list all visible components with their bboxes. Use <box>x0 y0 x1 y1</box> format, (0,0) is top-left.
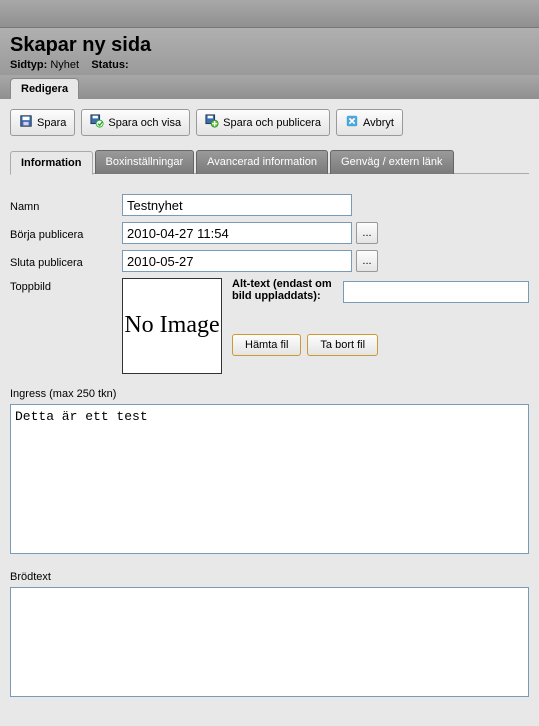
cancel-icon <box>345 114 359 131</box>
end-publish-label: Sluta publicera <box>10 254 122 269</box>
start-publish-label: Börja publicera <box>10 226 122 241</box>
title-area: Skapar ny sida Sidtyp: Nyhet Status: <box>0 28 539 75</box>
tab-redigera[interactable]: Redigera <box>10 78 79 99</box>
tab-boxinstallningar[interactable]: Boxinställningar <box>95 150 195 174</box>
save-show-label: Spara och visa <box>108 117 181 129</box>
save-publish-icon <box>205 114 219 131</box>
tab-genvag[interactable]: Genväg / extern länk <box>330 150 454 174</box>
topimage-right-col: Alt-text (endast om bild uppladdats): Hä… <box>232 278 529 356</box>
save-icon <box>19 114 33 131</box>
main-tabs: Redigera <box>0 75 539 99</box>
subtabs: Information Boxinställningar Avancerad i… <box>10 150 529 174</box>
content-panel: Spara Spara och visa Spara och publicera… <box>0 99 539 710</box>
sidtyp-label: Sidtyp: <box>10 59 47 71</box>
save-label: Spara <box>37 117 66 129</box>
fetch-file-button[interactable]: Hämta fil <box>232 334 301 356</box>
remove-file-button[interactable]: Ta bort fil <box>307 334 378 356</box>
alt-text-input[interactable] <box>343 281 529 303</box>
file-buttons: Hämta fil Ta bort fil <box>232 334 529 356</box>
end-date-picker-button[interactable]: ... <box>356 250 378 272</box>
save-show-button[interactable]: Spara och visa <box>81 109 190 136</box>
ingress-textarea[interactable] <box>10 404 529 554</box>
body-label: Brödtext <box>10 571 529 583</box>
name-input[interactable] <box>122 194 352 216</box>
cancel-button[interactable]: Avbryt <box>336 109 403 136</box>
row-name: Namn <box>10 194 529 216</box>
save-publish-button[interactable]: Spara och publicera <box>196 109 330 136</box>
toolbar: Spara Spara och visa Spara och publicera… <box>10 109 529 136</box>
meta-line: Sidtyp: Nyhet Status: <box>10 57 529 75</box>
tab-avancerad[interactable]: Avancerad information <box>196 150 328 174</box>
end-publish-input[interactable] <box>122 250 352 272</box>
body-textarea[interactable] <box>10 587 529 697</box>
row-topimage: Toppbild No Image Alt-text (endast om bi… <box>10 278 529 374</box>
sidtyp-value: Nyhet <box>50 59 79 71</box>
window-header <box>0 0 539 28</box>
page-title: Skapar ny sida <box>10 34 529 57</box>
status-label: Status: <box>91 59 128 71</box>
start-publish-input[interactable] <box>122 222 352 244</box>
ingress-label: Ingress (max 250 tkn) <box>10 388 529 400</box>
tab-information[interactable]: Information <box>10 151 93 175</box>
name-label: Namn <box>10 198 122 213</box>
save-publish-label: Spara och publicera <box>223 117 321 129</box>
image-placeholder: No Image <box>122 278 222 374</box>
save-show-icon <box>90 114 104 131</box>
topimage-label: Toppbild <box>10 278 122 293</box>
row-end-publish: Sluta publicera ... <box>10 250 529 272</box>
save-button[interactable]: Spara <box>10 109 75 136</box>
start-date-picker-button[interactable]: ... <box>356 222 378 244</box>
row-start-publish: Börja publicera ... <box>10 222 529 244</box>
alt-text-label: Alt-text (endast om bild uppladdats): <box>232 278 337 302</box>
cancel-label: Avbryt <box>363 117 394 129</box>
